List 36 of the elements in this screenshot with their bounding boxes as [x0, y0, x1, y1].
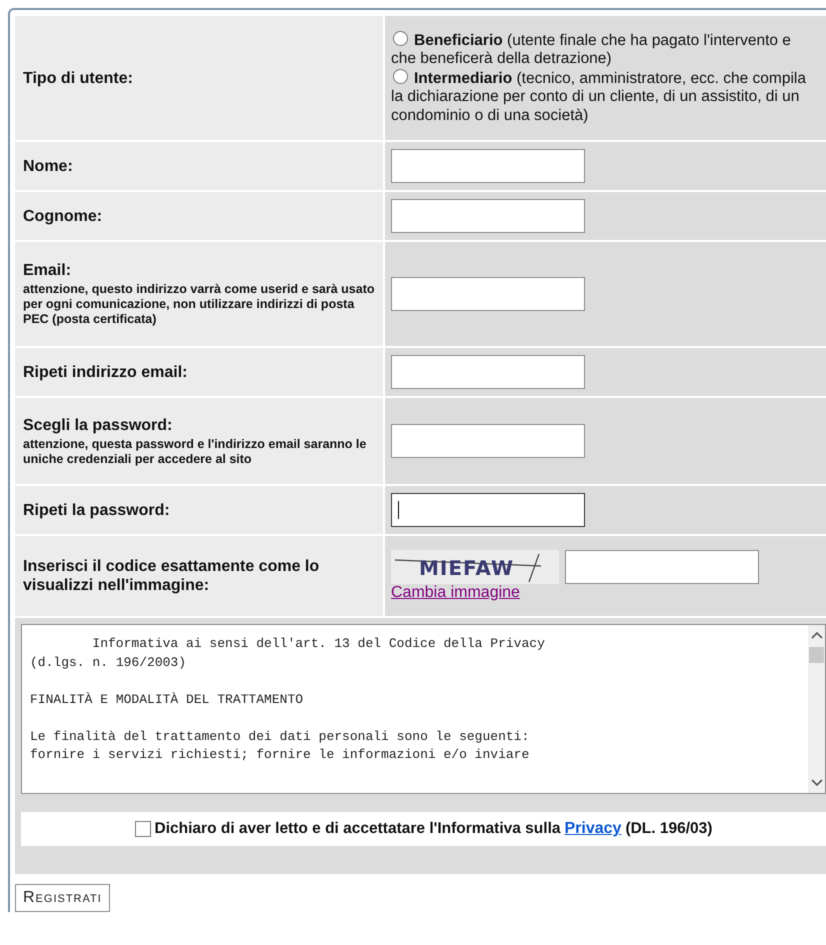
input-field[interactable] — [391, 493, 585, 527]
radio-button[interactable] — [393, 30, 408, 46]
consent-reference: (DL. 196/03) — [625, 820, 712, 838]
field-note: attenzione, questo indirizzo varrà come userid e sarà usato per ogni comunicazione, non utilizzare indirizzi di posta PEC (posta certificata) — [23, 282, 375, 327]
privacy-text: FINALITÀ E MODALITÀ DEL TRATTAMENTO — [30, 690, 304, 708]
scroll-down-icon[interactable] — [810, 779, 822, 787]
field-label: Email: — [23, 261, 72, 280]
field-label: Ripeti la password: — [23, 500, 171, 520]
field-label: Ripeti indirizzo email: — [23, 362, 188, 382]
field-note: attenzione, questa password e l'indirizzo email saranno le uniche credenziali per accedere al sito — [23, 436, 368, 466]
change-image-link[interactable]: Cambia immagine — [391, 584, 820, 602]
privacy-textarea[interactable] — [21, 624, 826, 794]
field-label: Tipo di utente: — [23, 68, 134, 88]
privacy-text: Le finalità del trattamento dei dati personali sono le seguenti: fornire i servizi richiesti; fornire le informazioni e/o inviare — [30, 728, 530, 764]
scroll-thumb[interactable] — [809, 647, 824, 663]
radio-option[interactable]: Intermediario (tecnico, amministratore, ecc. che compila la dichiarazione per conto di un cliente, di un assistito, di un condominio o di una società) — [391, 68, 820, 126]
input-field[interactable] — [391, 424, 585, 458]
privacy-text: Informativa ai sensi dell'art. 13 del Codice della Privacy (d.lgs. n. 196/2003) — [30, 635, 546, 672]
field-label: Scegli la password: — [23, 416, 174, 434]
field-label: Cognome: — [23, 206, 104, 226]
radio-button[interactable] — [393, 68, 408, 84]
captcha-image: MIEFAW — [391, 550, 559, 584]
scroll-up-icon[interactable] — [810, 631, 822, 639]
consent-checkbox[interactable] — [134, 821, 151, 837]
field-label: Inserisci il codice esattamente come lo visualizzi nell'immagine: — [23, 557, 320, 595]
scrollbar[interactable] — [808, 625, 825, 793]
captcha-input[interactable] — [565, 550, 759, 584]
radio-option[interactable]: Beneficiario (utente finale che ha pagato l'intervento e che beneficerà della detrazione) — [391, 30, 820, 69]
input-field[interactable] — [391, 149, 585, 183]
privacy-link[interactable]: Privacy — [564, 820, 622, 838]
input-field[interactable] — [391, 277, 585, 311]
register-button[interactable]: Registrati — [15, 884, 110, 912]
field-label: Nome: — [23, 156, 74, 176]
input-field[interactable] — [391, 199, 585, 233]
input-field[interactable] — [391, 355, 585, 389]
consent-text: Dichiaro di aver letto e di accettatare l'Informativa sulla — [154, 820, 560, 838]
